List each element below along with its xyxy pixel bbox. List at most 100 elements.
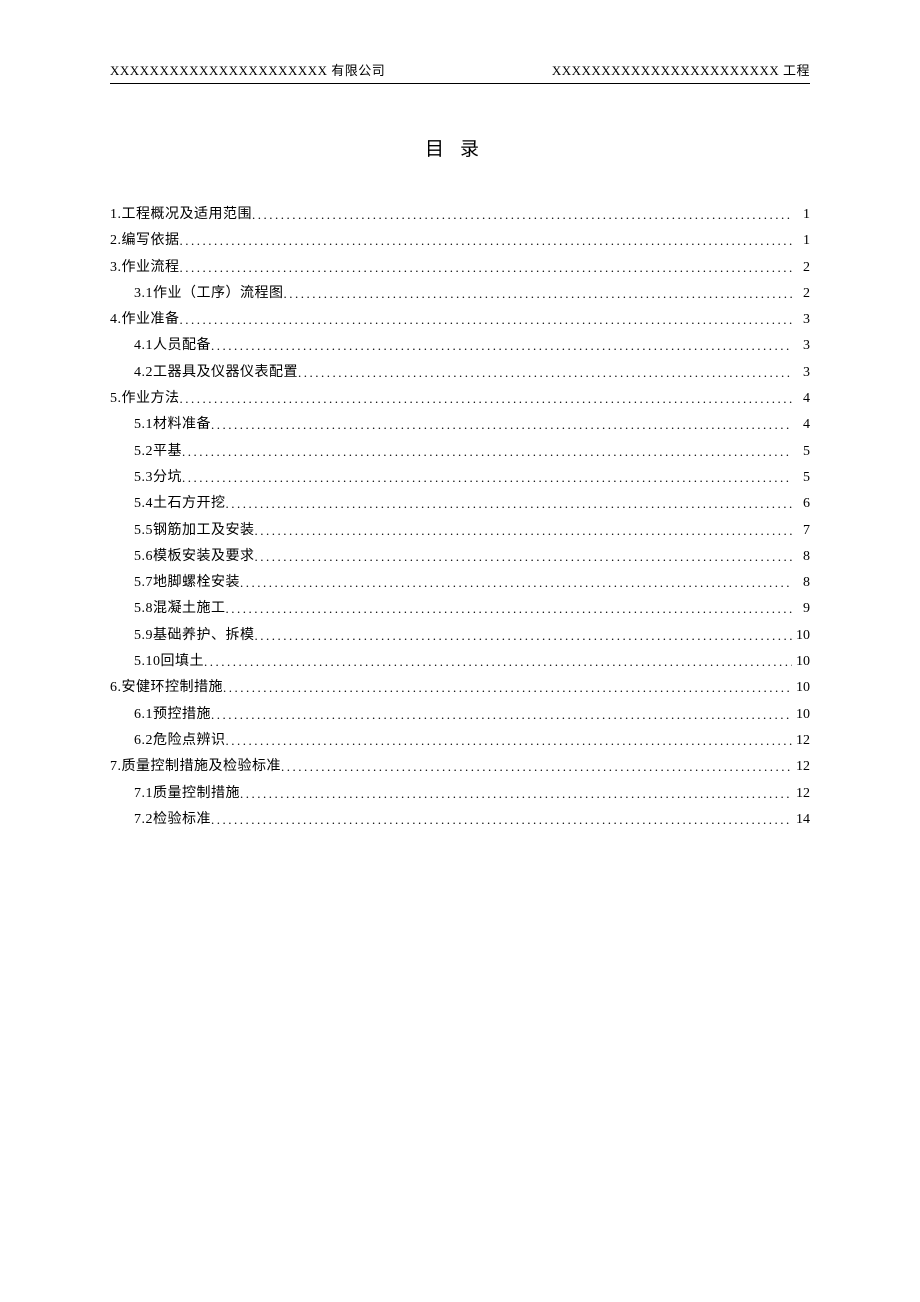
toc-entry-number: 4.1 bbox=[134, 334, 153, 358]
toc-entry: 5.1 材料准备 4 bbox=[110, 413, 810, 437]
toc-entry-number: 7.1 bbox=[134, 782, 153, 806]
toc-entry-number: 3.1 bbox=[134, 282, 153, 306]
toc-dot-leader bbox=[180, 388, 793, 410]
toc-entry-page: 9 bbox=[792, 597, 810, 621]
toc-entry-text: 回填土 bbox=[161, 650, 205, 674]
toc-entry-number: 5.10 bbox=[134, 650, 161, 674]
toc-entry: 6.1 预控措施 10 bbox=[110, 703, 810, 727]
toc-entry-page: 10 bbox=[792, 624, 810, 648]
toc-entry-text: 混凝土施工 bbox=[153, 597, 226, 621]
toc-dot-leader bbox=[211, 335, 792, 357]
toc-entry: 6.安健环控制措施10 bbox=[110, 676, 810, 700]
toc-entry-number: 7.2 bbox=[134, 808, 153, 832]
toc-entry-text: 作业准备 bbox=[122, 308, 180, 332]
toc-entry-text: 作业方法 bbox=[122, 387, 180, 411]
toc-entry-number: 6.1 bbox=[134, 703, 153, 727]
toc-entry-page: 6 bbox=[792, 492, 810, 516]
toc-dot-leader bbox=[255, 546, 793, 568]
toc-entry-text: 预控措施 bbox=[153, 703, 211, 727]
toc-dot-leader bbox=[240, 572, 792, 594]
page-container: XXXXXXXXXXXXXXXXXXXXXX 有限公司 XXXXXXXXXXXX… bbox=[0, 0, 920, 832]
toc-entry-number: 5.4 bbox=[134, 492, 153, 516]
toc-entry-number: 6. bbox=[110, 676, 122, 700]
toc-entry-page: 8 bbox=[792, 545, 810, 569]
toc-dot-leader bbox=[211, 809, 792, 831]
toc-entry-text: 作业流程 bbox=[122, 256, 180, 280]
toc-entry: 5.10 回填土 10 bbox=[110, 650, 810, 674]
toc-entry-page: 12 bbox=[792, 782, 810, 806]
toc-entry-text: 地脚螺栓安装 bbox=[153, 571, 240, 595]
toc-entry-number: 5.1 bbox=[134, 413, 153, 437]
toc-entry-number: 7. bbox=[110, 755, 122, 779]
toc-entry-text: 土石方开挖 bbox=[153, 492, 226, 516]
toc-entry: 3.作业流程 2 bbox=[110, 256, 810, 280]
toc-entry-text: 材料准备 bbox=[153, 413, 211, 437]
toc-entry: 5.4 土石方开挖 6 bbox=[110, 492, 810, 516]
toc-dot-leader bbox=[226, 598, 793, 620]
toc-list: 1.工程概况及适用范围12.编写依据13.作业流程23.1作业（工序）流程图 2… bbox=[110, 203, 810, 832]
toc-dot-leader bbox=[211, 414, 792, 436]
toc-dot-leader bbox=[252, 204, 792, 226]
toc-entry-text: 基础养护、拆模 bbox=[153, 624, 255, 648]
toc-entry: 7.2 检验标准 14 bbox=[110, 808, 810, 832]
toc-title: 目录 bbox=[110, 134, 810, 161]
toc-entry-text: 人员配备 bbox=[153, 334, 211, 358]
toc-entry-number: 2. bbox=[110, 229, 122, 253]
toc-entry-text: 分坑 bbox=[153, 466, 182, 490]
toc-entry-number: 5. bbox=[110, 387, 122, 411]
toc-entry-page: 1 bbox=[792, 229, 810, 253]
toc-entry-text: 危险点辨识 bbox=[153, 729, 226, 753]
toc-entry-number: 4. bbox=[110, 308, 122, 332]
toc-entry-page: 3 bbox=[792, 334, 810, 358]
toc-dot-leader bbox=[182, 467, 792, 489]
toc-entry-page: 1 bbox=[792, 203, 810, 227]
toc-entry-page: 12 bbox=[792, 755, 810, 779]
toc-entry: 5.9 基础养护、拆模 10 bbox=[110, 624, 810, 648]
toc-entry: 6.2危险点辨识 12 bbox=[110, 729, 810, 753]
toc-dot-leader bbox=[284, 283, 793, 305]
toc-entry-page: 10 bbox=[792, 676, 810, 700]
toc-entry-number: 3. bbox=[110, 256, 122, 280]
toc-entry-text: 工程概况及适用范围 bbox=[122, 203, 253, 227]
toc-entry-number: 5.5 bbox=[134, 519, 153, 543]
toc-entry-text: 工器具及仪器仪表配置 bbox=[153, 361, 298, 385]
toc-entry-page: 10 bbox=[792, 650, 810, 674]
toc-entry-number: 4.2 bbox=[134, 361, 153, 385]
toc-dot-leader bbox=[211, 704, 792, 726]
toc-entry-number: 5.2 bbox=[134, 440, 153, 464]
toc-dot-leader bbox=[255, 625, 793, 647]
toc-entry-number: 5.7 bbox=[134, 571, 153, 595]
toc-entry-page: 4 bbox=[792, 387, 810, 411]
toc-entry: 5.8 混凝土施工9 bbox=[110, 597, 810, 621]
toc-dot-leader bbox=[180, 309, 793, 331]
toc-entry-page: 4 bbox=[792, 413, 810, 437]
toc-entry-text: 模板安装及要求 bbox=[153, 545, 255, 569]
toc-dot-leader bbox=[255, 520, 793, 542]
toc-entry-number: 5.9 bbox=[134, 624, 153, 648]
toc-entry: 5.2 平基5 bbox=[110, 440, 810, 464]
toc-entry: 5.6 模板安装及要求8 bbox=[110, 545, 810, 569]
toc-entry: 5.3 分坑 5 bbox=[110, 466, 810, 490]
toc-entry-number: 6.2 bbox=[134, 729, 153, 753]
toc-dot-leader bbox=[223, 677, 792, 699]
toc-entry-page: 12 bbox=[792, 729, 810, 753]
toc-entry-number: 5.3 bbox=[134, 466, 153, 490]
toc-entry: 1.工程概况及适用范围 1 bbox=[110, 203, 810, 227]
toc-entry-number: 1. bbox=[110, 203, 122, 227]
toc-entry-text: 平基 bbox=[153, 440, 182, 464]
toc-entry-text: 质量控制措施及检验标准 bbox=[122, 755, 282, 779]
toc-entry: 7.1 质量控制措施12 bbox=[110, 782, 810, 806]
toc-entry-text: 作业（工序）流程图 bbox=[153, 282, 284, 306]
toc-entry-page: 8 bbox=[792, 571, 810, 595]
toc-entry-page: 10 bbox=[792, 703, 810, 727]
toc-entry-page: 3 bbox=[792, 361, 810, 385]
toc-entry-text: 检验标准 bbox=[153, 808, 211, 832]
toc-dot-leader bbox=[226, 730, 793, 752]
toc-dot-leader bbox=[180, 230, 793, 252]
toc-entry-page: 14 bbox=[792, 808, 810, 832]
toc-entry-page: 7 bbox=[792, 519, 810, 543]
toc-entry-page: 5 bbox=[792, 466, 810, 490]
toc-dot-leader bbox=[226, 493, 793, 515]
toc-entry-page: 2 bbox=[792, 256, 810, 280]
toc-entry: 5.作业方法 4 bbox=[110, 387, 810, 411]
